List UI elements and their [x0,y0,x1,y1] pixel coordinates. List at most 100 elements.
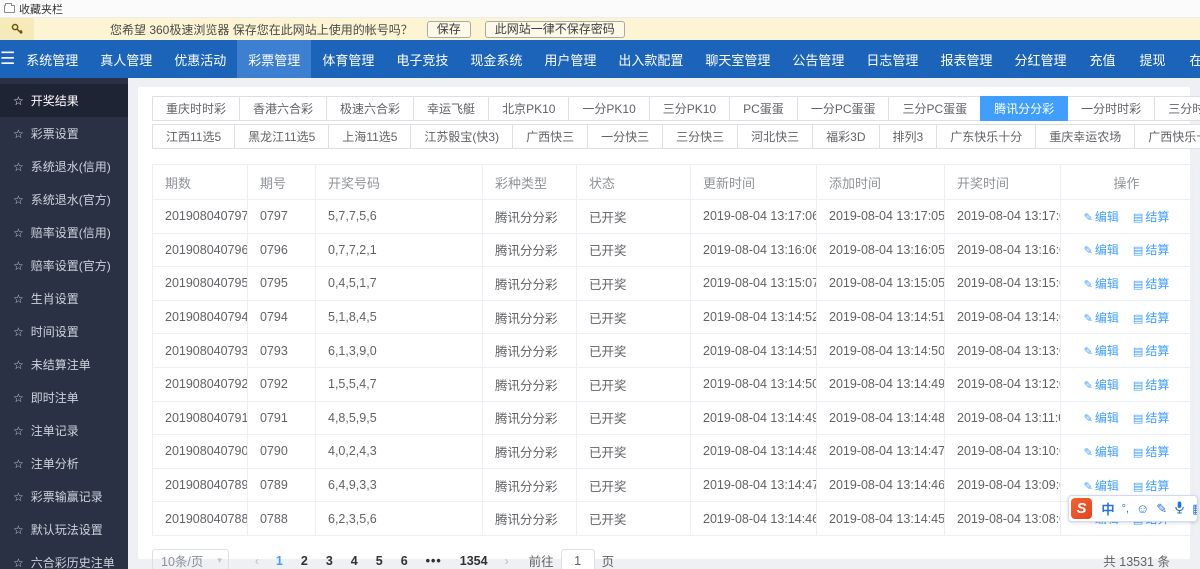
nav-withdraw[interactable]: 提现 [1127,40,1177,78]
ime-chinese-mode-icon[interactable]: 中 [1102,499,1115,518]
settle-link[interactable]: ▤结算 [1133,479,1169,493]
lottery-tab-一分时时彩[interactable]: 一分时时彩 [1067,96,1156,121]
nav-item-2[interactable]: 优惠活动 [163,40,237,78]
sidebar-item-11[interactable]: ☆ 注单分析 [0,447,128,480]
settle-link[interactable]: ▤结算 [1133,344,1169,358]
nav-recharge[interactable]: 充值 [1077,40,1127,78]
sidebar-item-14[interactable]: ☆ 六合彩历史注单 [0,546,128,569]
last-page-button[interactable]: 1354 [460,554,488,568]
edit-link[interactable]: ✎编辑 [1084,311,1119,325]
lottery-tab-极速六合彩[interactable]: 极速六合彩 [326,96,415,121]
nav-item-7[interactable]: 用户管理 [533,40,607,78]
nav-item-5[interactable]: 电子竞技 [385,40,459,78]
edit-link[interactable]: ✎编辑 [1084,243,1119,257]
keyboard-icon[interactable]: ▦ [1192,501,1197,517]
sogou-logo-icon[interactable]: S [1071,498,1092,519]
sidebar-item-3[interactable]: ☆ 系统退水(官方) [0,183,128,216]
nav-item-6[interactable]: 现金系统 [459,40,533,78]
save-password-button[interactable]: 保存 [426,20,471,38]
goto-page-input[interactable] [560,548,595,569]
lottery-tab-黑龙江11选5[interactable]: 黑龙江11选5 [234,124,330,149]
sidebar-item-10[interactable]: ☆ 注单记录 [0,414,128,447]
edit-link[interactable]: ✎编辑 [1084,479,1119,493]
nav-item-10[interactable]: 公告管理 [781,40,855,78]
sidebar-item-7[interactable]: ☆ 时间设置 [0,315,128,348]
hamburger-menu-icon[interactable]: ☰ [0,40,15,78]
edit-link[interactable]: ✎编辑 [1084,277,1119,291]
next-page-button[interactable]: › [505,554,509,568]
nav-item-0[interactable]: 系统管理 [15,40,89,78]
lottery-tab-一分PK10[interactable]: 一分PK10 [568,96,650,121]
lottery-tab-一分快三[interactable]: 一分快三 [587,124,664,149]
lottery-tab-排列3[interactable]: 排列3 [878,124,938,149]
microphone-icon[interactable] [1174,501,1185,517]
lottery-tab-江西11选5[interactable]: 江西11选5 [152,124,236,149]
lottery-tab-一分PC蛋蛋[interactable]: 一分PC蛋蛋 [796,96,890,121]
settle-link[interactable]: ▤结算 [1133,277,1169,291]
nav-item-9[interactable]: 聊天室管理 [694,40,781,78]
lottery-tab-江苏骰宝(快3)[interactable]: 江苏骰宝(快3) [410,124,514,149]
page-size-select[interactable]: 10条/页 ▾ [152,548,229,569]
lottery-tab-三分时时彩[interactable]: 三分时时彩 [1154,96,1200,121]
sidebar-item-9[interactable]: ☆ 即时注单 [0,381,128,414]
lottery-tab-广东快乐十分[interactable]: 广东快乐十分 [936,124,1037,149]
nav-item-3[interactable]: 彩票管理 [237,40,312,78]
lottery-tab-广西快乐十分[interactable]: 广西快乐十分 [1134,124,1200,149]
nav-online[interactable]: 在线 1 [1178,40,1200,78]
edit-link[interactable]: ✎编辑 [1084,411,1119,425]
sidebar-item-6[interactable]: ☆ 生肖设置 [0,282,128,315]
sidebar-item-2[interactable]: ☆ 系统退水(信用) [0,150,128,183]
nav-item-1[interactable]: 真人管理 [89,40,163,78]
lottery-tab-北京PK10[interactable]: 北京PK10 [488,96,570,121]
nav-item-4[interactable]: 体育管理 [311,40,385,78]
edit-link[interactable]: ✎编辑 [1084,378,1119,392]
lottery-tab-三分快三[interactable]: 三分快三 [662,124,739,149]
lottery-tab-福彩3D[interactable]: 福彩3D [812,124,880,149]
lottery-tab-腾讯分分彩[interactable]: 腾讯分分彩 [980,96,1069,121]
lottery-tab-PC蛋蛋[interactable]: PC蛋蛋 [729,96,798,121]
never-save-password-button[interactable]: 此网站一律不保存密码 [484,20,625,38]
settle-link[interactable]: ▤结算 [1133,210,1169,224]
nav-item-8[interactable]: 出入款配置 [607,40,694,78]
page-number-6[interactable]: 6 [401,554,408,568]
edit-link[interactable]: ✎编辑 [1084,210,1119,224]
page-number-4[interactable]: 4 [351,554,358,568]
edit-link[interactable]: ✎编辑 [1084,344,1119,358]
lottery-tab-幸运飞艇[interactable]: 幸运飞艇 [413,96,490,121]
lottery-tab-重庆幸运农场[interactable]: 重庆幸运农场 [1035,124,1136,149]
lottery-tab-广西快三[interactable]: 广西快三 [512,124,589,149]
page-number-3[interactable]: 3 [326,554,333,568]
nav-item-11[interactable]: 日志管理 [855,40,929,78]
prev-page-button[interactable]: ‹ [255,554,259,568]
edit-link[interactable]: ✎编辑 [1084,445,1119,459]
pencil-icon[interactable]: ✎ [1156,501,1167,517]
settle-link[interactable]: ▤结算 [1133,378,1169,392]
settle-link[interactable]: ▤结算 [1133,445,1169,459]
cell-期数: 201908040788 [152,501,248,536]
emoji-icon[interactable]: ☺ [1136,501,1149,516]
settle-link[interactable]: ▤结算 [1133,243,1169,257]
lottery-tab-河北快三[interactable]: 河北快三 [737,124,814,149]
sidebar-item-8[interactable]: ☆ 未结算注单 [0,348,128,381]
lottery-tab-上海11选5[interactable]: 上海11选5 [328,124,412,149]
ime-punctuation-icon[interactable]: °, [1122,503,1129,515]
sidebar-item-5[interactable]: ☆ 赔率设置(官方) [0,249,128,282]
sidebar-item-13[interactable]: ☆ 默认玩法设置 [0,513,128,546]
lottery-tab-三分PK10[interactable]: 三分PK10 [648,96,731,121]
page-number-5[interactable]: 5 [376,554,383,568]
page-ellipsis[interactable]: ••• [426,554,442,568]
cell-期号: 0788 [247,501,316,536]
page-number-2[interactable]: 2 [301,554,308,568]
settle-link[interactable]: ▤结算 [1133,311,1169,325]
page-number-1[interactable]: 1 [276,554,283,568]
nav-item-12[interactable]: 报表管理 [929,40,1003,78]
settle-link[interactable]: ▤结算 [1133,411,1169,425]
lottery-tab-三分PC蛋蛋[interactable]: 三分PC蛋蛋 [888,96,982,121]
nav-item-13[interactable]: 分红管理 [1003,40,1077,78]
sidebar-item-4[interactable]: ☆ 赔率设置(信用) [0,216,128,249]
sidebar-item-0[interactable]: ☆ 开奖结果 [0,84,128,117]
sidebar-item-1[interactable]: ☆ 彩票设置 [0,117,128,150]
lottery-tab-香港六合彩[interactable]: 香港六合彩 [239,96,328,121]
sidebar-item-12[interactable]: ☆ 彩票输赢记录 [0,480,128,513]
lottery-tab-重庆时时彩[interactable]: 重庆时时彩 [152,96,241,121]
